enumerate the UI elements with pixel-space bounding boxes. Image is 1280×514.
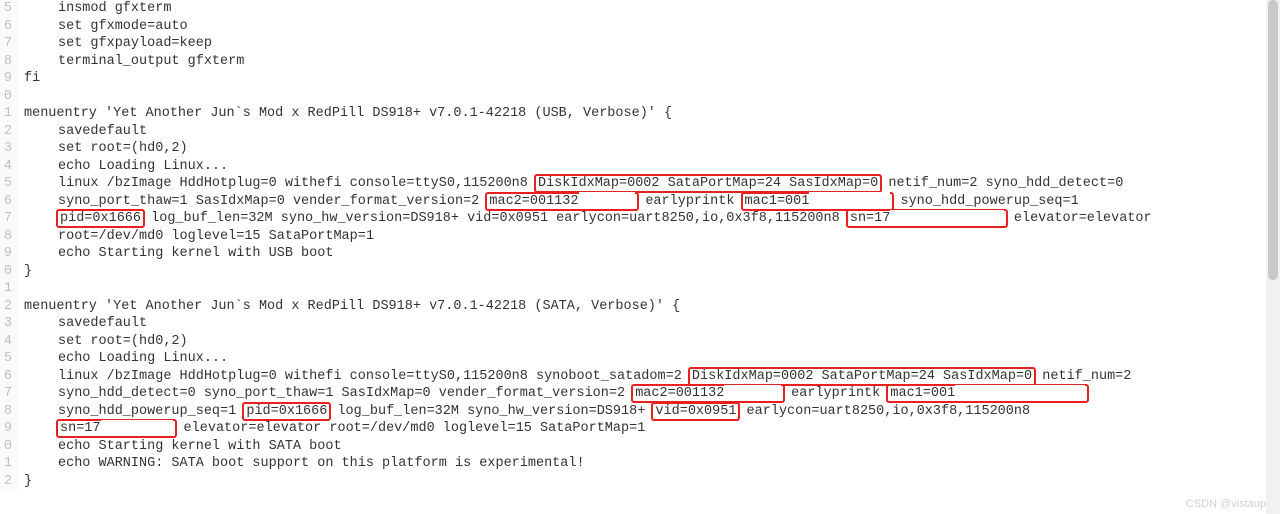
code-line: echo Starting kernel with SATA boot xyxy=(24,438,1280,456)
redacted-mask: XXXXXXXXX xyxy=(101,420,174,433)
code-line: linux /bzImage HddHotplug=0 withefi cons… xyxy=(24,175,1280,193)
redacted-mask: XXXXXXXXXXXXXX xyxy=(890,210,1003,223)
code-line: menuentry 'Yet Another Jun`s Mod x RedPi… xyxy=(24,298,1280,316)
line-number: 3 xyxy=(0,140,12,158)
line-number: 9 xyxy=(0,70,12,88)
code-line: set gfxpayload=keep xyxy=(24,35,1280,53)
code-line: syno_port_thaw=1 SasIdxMap=0 vender_form… xyxy=(24,193,1280,211)
code-line: pid=0x1666 log_buf_len=32M syno_hw_versi… xyxy=(24,210,1280,228)
line-number: 8 xyxy=(0,403,12,421)
highlight-sn: sn=17XXXXXXXXX xyxy=(56,419,177,438)
highlight-pid: pid=0x1666 xyxy=(242,402,331,421)
line-number: 9 xyxy=(0,245,12,263)
code-line xyxy=(24,88,1280,106)
highlight-mac2: mac2=001132XXXXXXX xyxy=(485,192,639,211)
code-line: insmod gfxterm xyxy=(24,0,1280,18)
line-number: 2 xyxy=(0,123,12,141)
highlight-mac2: mac2=001132XXXXXXX xyxy=(631,384,785,403)
line-number: 1 xyxy=(0,455,12,473)
line-number: 8 xyxy=(0,228,12,246)
highlight-pid: pid=0x1666 xyxy=(56,209,145,228)
line-number: 2 xyxy=(0,473,12,491)
line-number: 0 xyxy=(0,438,12,456)
code-line: savedefault xyxy=(24,123,1280,141)
line-number: 4 xyxy=(0,158,12,176)
code-line xyxy=(24,280,1280,298)
code-line: syno_hdd_detect=0 syno_port_thaw=1 SasId… xyxy=(24,385,1280,403)
code-line: echo Starting kernel with USB boot xyxy=(24,245,1280,263)
code-line: } xyxy=(24,263,1280,281)
line-number: 6 xyxy=(0,368,12,386)
code-line: echo Loading Linux... xyxy=(24,350,1280,368)
code-line: savedefault xyxy=(24,315,1280,333)
line-number: 5 xyxy=(0,350,12,368)
code-line: set root=(hd0,2) xyxy=(24,140,1280,158)
line-number: 7 xyxy=(0,210,12,228)
vertical-scrollbar[interactable] xyxy=(1266,0,1280,514)
code-editor: 5678901234567890123456789012 insmod gfxt… xyxy=(0,0,1280,490)
line-number: 0 xyxy=(0,88,12,106)
code-line: menuentry 'Yet Another Jun`s Mod x RedPi… xyxy=(24,105,1280,123)
code-line: linux /bzImage HddHotplug=0 withefi cons… xyxy=(24,368,1280,386)
code-line: set root=(hd0,2) xyxy=(24,333,1280,351)
line-number: 9 xyxy=(0,420,12,438)
code-line: fi xyxy=(24,70,1280,88)
redacted-mask: XXXXXXX xyxy=(724,385,781,398)
redacted-mask: XXXXXXX xyxy=(579,192,636,205)
line-number: 7 xyxy=(0,35,12,53)
code-line: echo Loading Linux... xyxy=(24,158,1280,176)
code-content[interactable]: insmod gfxterm set gfxmode=auto set gfxp… xyxy=(18,0,1280,490)
code-line: sn=17XXXXXXXXX elevator=elevator root=/d… xyxy=(24,420,1280,438)
line-number: 0 xyxy=(0,263,12,281)
code-line: echo WARNING: SATA boot support on this … xyxy=(24,455,1280,473)
code-line: } xyxy=(24,473,1280,491)
highlight-sn: sn=17XXXXXXXXXXXXXX xyxy=(846,209,1008,228)
line-number: 2 xyxy=(0,298,12,316)
line-number: 5 xyxy=(0,0,12,18)
redacted-mask: XXXXXXXXXX xyxy=(809,192,890,205)
line-number: 6 xyxy=(0,193,12,211)
scrollbar-thumb[interactable] xyxy=(1268,0,1278,280)
code-line: set gfxmode=auto xyxy=(24,18,1280,36)
redacted-mask: XXXXXXXXXXXXXXXX xyxy=(955,385,1085,398)
line-number: 8 xyxy=(0,53,12,71)
line-number: 1 xyxy=(0,280,12,298)
code-line: syno_hdd_powerup_seq=1 pid=0x1666 log_bu… xyxy=(24,403,1280,421)
watermark-text: CSDN @vistaup xyxy=(1186,498,1266,510)
line-number: 4 xyxy=(0,333,12,351)
line-number: 6 xyxy=(0,18,12,36)
highlight-mac1: mac1=001XXXXXXXXXX xyxy=(741,192,895,211)
highlight-diskidxmap: DiskIdxMap=0002 SataPortMap=24 SasIdxMap… xyxy=(688,367,1036,386)
code-line: root=/dev/md0 loglevel=15 SataPortMap=1 xyxy=(24,228,1280,246)
line-number: 3 xyxy=(0,315,12,333)
highlight-mac1: mac1=001XXXXXXXXXXXXXXXX xyxy=(886,384,1088,403)
line-number: 1 xyxy=(0,105,12,123)
highlight-vid: vid=0x0951 xyxy=(651,402,740,421)
code-line: terminal_output gfxterm xyxy=(24,53,1280,71)
line-number: 7 xyxy=(0,385,12,403)
line-number: 5 xyxy=(0,175,12,193)
line-number-gutter: 5678901234567890123456789012 xyxy=(0,0,18,490)
highlight-diskidxmap: DiskIdxMap=0002 SataPortMap=24 SasIdxMap… xyxy=(534,174,882,193)
